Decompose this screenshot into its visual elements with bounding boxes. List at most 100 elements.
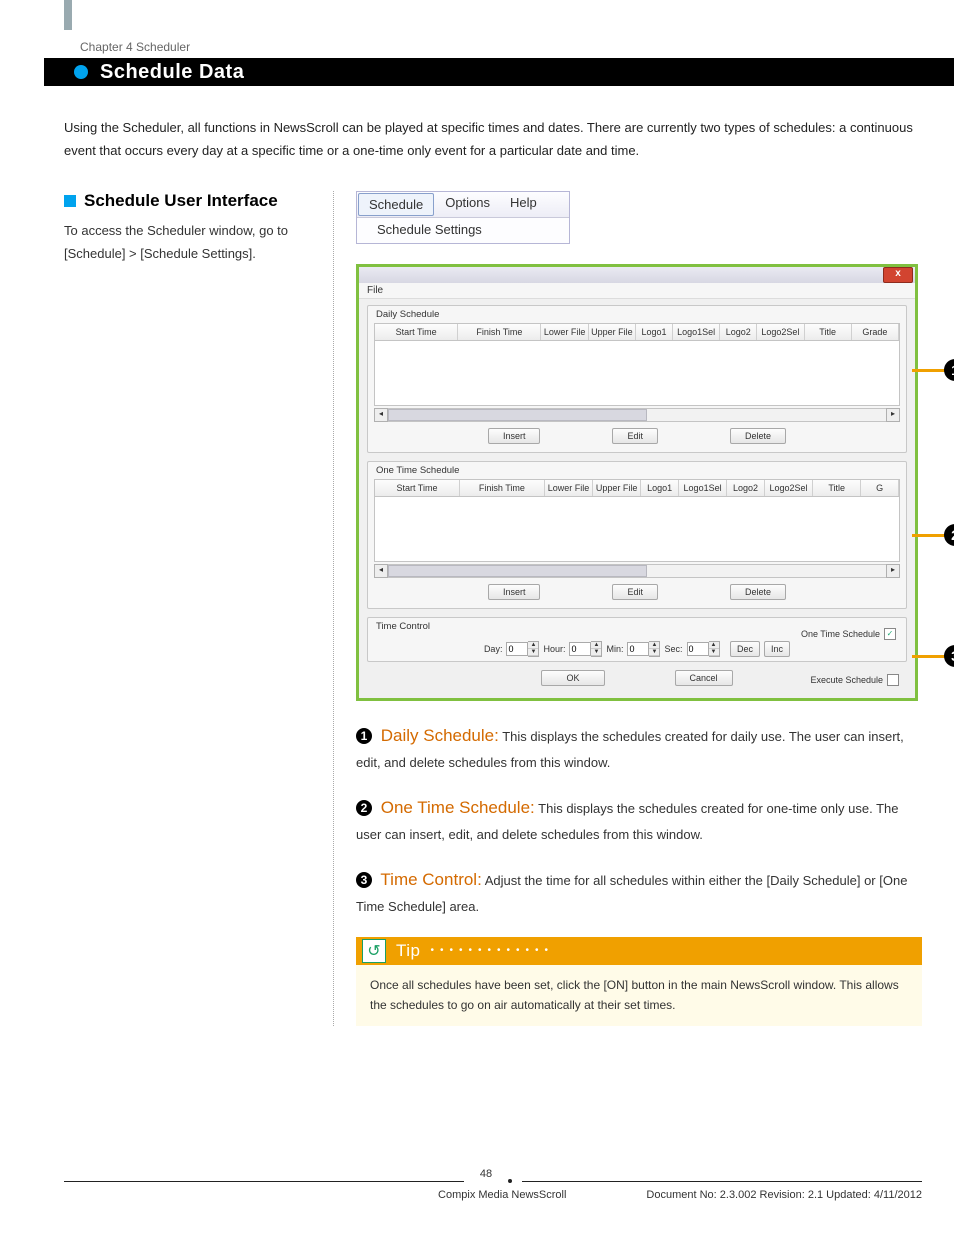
- close-icon[interactable]: x: [883, 267, 913, 283]
- label-min: Min:: [606, 644, 623, 654]
- term-timecontrol: Time Control:: [376, 870, 482, 889]
- callout-badge-1: 1: [944, 359, 954, 381]
- intro-paragraph: Using the Scheduler, all functions in Ne…: [64, 116, 922, 163]
- col-title: Title: [813, 480, 861, 496]
- group-label-daily: Daily Schedule: [374, 309, 441, 320]
- col-start-time: Start Time: [375, 324, 458, 340]
- col-logo1sel: Logo1Sel: [673, 324, 720, 340]
- daily-columns: Start Time Finish Time Lower File Upper …: [374, 323, 900, 341]
- daily-list-area[interactable]: [374, 341, 900, 406]
- tip-body: Once all schedules have been set, click …: [356, 965, 922, 1026]
- scroll-left-icon[interactable]: ◂: [374, 564, 388, 578]
- ok-button[interactable]: OK: [541, 670, 604, 686]
- col-logo2: Logo2: [720, 324, 757, 340]
- menu-snippet: Schedule Options Help Schedule Settings: [356, 191, 570, 244]
- col-start-time: Start Time: [375, 480, 460, 496]
- inc-button[interactable]: Inc: [764, 641, 790, 657]
- execute-checkbox[interactable]: ✓: [887, 674, 899, 686]
- daily-edit-button[interactable]: Edit: [612, 428, 658, 444]
- group-label-onetime: One Time Schedule: [374, 465, 461, 476]
- dec-button[interactable]: Dec: [730, 641, 760, 657]
- section-bullet-icon: [64, 195, 76, 207]
- group-label-timecontrol: Time Control: [374, 621, 432, 632]
- onetime-columns: Start Time Finish Time Lower File Upper …: [374, 479, 900, 497]
- page-title: Schedule Data: [100, 61, 244, 84]
- scheduler-window: x File Daily Schedule Start Time Finish …: [356, 264, 918, 701]
- badge-1: 1: [356, 728, 372, 744]
- tip-box: ↺ Tip ••••••••••••• Once all schedules h…: [356, 937, 922, 1026]
- col-logo2sel: Logo2Sel: [765, 480, 813, 496]
- scroll-left-icon[interactable]: ◂: [374, 408, 388, 422]
- col-grade: Grade: [852, 324, 899, 340]
- spinner-min[interactable]: ▲▼: [649, 641, 660, 657]
- cancel-button[interactable]: Cancel: [675, 670, 733, 686]
- input-sec[interactable]: [687, 642, 709, 656]
- menu-help[interactable]: Help: [500, 192, 547, 217]
- input-hour[interactable]: [569, 642, 591, 656]
- page-footer: 48 Compix Media NewsScroll Document No: …: [64, 1175, 922, 1201]
- col-logo2: Logo2: [727, 480, 765, 496]
- badge-2: 2: [356, 800, 372, 816]
- execute-schedule-label: Execute Schedule: [810, 675, 883, 685]
- label-sec: Sec:: [664, 644, 682, 654]
- menu-item-schedule-settings[interactable]: Schedule Settings: [357, 218, 569, 243]
- callout-line-3: [912, 655, 946, 658]
- col-title: Title: [805, 324, 852, 340]
- input-min[interactable]: [627, 642, 649, 656]
- scroll-right-icon[interactable]: ▸: [886, 408, 900, 422]
- label-hour: Hour:: [543, 644, 565, 654]
- chapter-label: Chapter 4 Scheduler: [80, 40, 922, 54]
- page-number: 48: [474, 1168, 498, 1180]
- spinner-sec[interactable]: ▲▼: [709, 641, 720, 657]
- group-onetime-schedule: One Time Schedule Start Time Finish Time…: [367, 461, 907, 609]
- col-logo1: Logo1: [636, 324, 673, 340]
- col-finish-time: Finish Time: [458, 324, 541, 340]
- col-logo1: Logo1: [641, 480, 679, 496]
- col-upper-file: Upper File: [589, 324, 636, 340]
- daily-delete-button[interactable]: Delete: [730, 428, 786, 444]
- explain-daily: 1 Daily Schedule: This displays the sche…: [356, 721, 922, 775]
- title-bar: Schedule Data: [44, 58, 954, 86]
- explain-timecontrol: 3 Time Control: Adjust the time for all …: [356, 865, 922, 919]
- onetime-delete-button[interactable]: Delete: [730, 584, 786, 600]
- group-time-control: Time Control One Time Schedule ✓ Day: ▲▼…: [367, 617, 907, 662]
- col-upper-file: Upper File: [593, 480, 641, 496]
- onetime-checkbox[interactable]: ✓: [884, 628, 896, 640]
- tip-label: Tip: [396, 941, 421, 961]
- label-day: Day:: [484, 644, 503, 654]
- callout-line-2: [912, 534, 946, 537]
- input-day[interactable]: [506, 642, 528, 656]
- col-logo2sel: Logo2Sel: [757, 324, 804, 340]
- group-daily-schedule: Daily Schedule Start Time Finish Time Lo…: [367, 305, 907, 453]
- scroll-right-icon[interactable]: ▸: [886, 564, 900, 578]
- onetime-insert-button[interactable]: Insert: [488, 584, 541, 600]
- onetime-scrollbar[interactable]: ◂ ▸: [374, 564, 900, 578]
- callout-line-1: [912, 369, 946, 372]
- callout-badge-3: 3: [944, 645, 954, 667]
- term-daily: Daily Schedule:: [376, 726, 499, 745]
- section-body: To access the Scheduler window, go to [S…: [64, 219, 321, 266]
- onetime-list-area[interactable]: [374, 497, 900, 562]
- tip-icon: ↺: [362, 939, 386, 963]
- tip-dots-icon: •••••••••••••: [431, 945, 555, 956]
- menu-schedule[interactable]: Schedule: [358, 193, 434, 216]
- menu-options[interactable]: Options: [435, 192, 500, 217]
- section-heading: Schedule User Interface: [84, 191, 278, 211]
- window-file-menu[interactable]: File: [359, 283, 915, 299]
- window-titlebar: x: [359, 267, 915, 283]
- spinner-hour[interactable]: ▲▼: [591, 641, 602, 657]
- col-lower-file: Lower File: [541, 324, 588, 340]
- spinner-day[interactable]: ▲▼: [528, 641, 539, 657]
- col-lower-file: Lower File: [545, 480, 593, 496]
- daily-scrollbar[interactable]: ◂ ▸: [374, 408, 900, 422]
- footer-docinfo: Document No: 2.3.002 Revision: 2.1 Updat…: [646, 1189, 922, 1201]
- col-logo1sel: Logo1Sel: [679, 480, 727, 496]
- footer-product: Compix Media NewsScroll: [438, 1189, 566, 1201]
- daily-insert-button[interactable]: Insert: [488, 428, 541, 444]
- col-grade: G: [861, 480, 899, 496]
- badge-3: 3: [356, 872, 372, 888]
- term-onetime: One Time Schedule:: [376, 798, 535, 817]
- callout-badge-2: 2: [944, 524, 954, 546]
- title-bullet-icon: [74, 65, 88, 79]
- onetime-edit-button[interactable]: Edit: [612, 584, 658, 600]
